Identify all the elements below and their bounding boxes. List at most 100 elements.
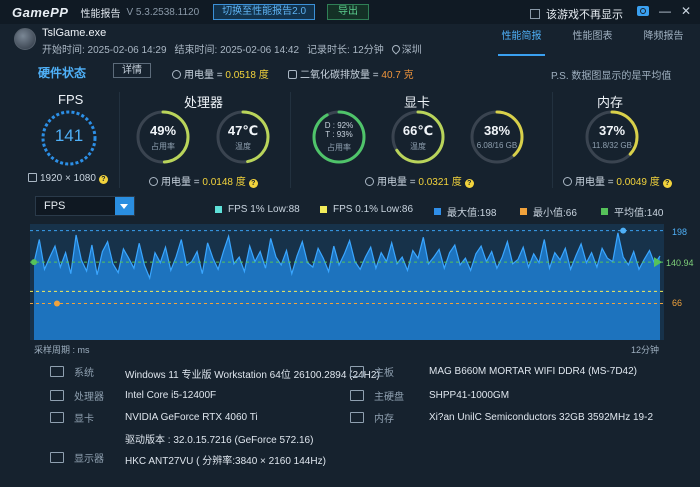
- fps-value: 141: [54, 126, 84, 145]
- legend-swatch: [434, 208, 441, 215]
- gpu-temp-label: 温度: [410, 142, 426, 151]
- no-show-checkbox[interactable]: [530, 9, 540, 19]
- cpu-temp-gauge: 47℃ 温度: [215, 109, 271, 165]
- gpu-row: 显卡: [50, 410, 112, 425]
- cpu-power-value: 0.0148 度: [202, 177, 246, 188]
- motherboard-key: 主板: [374, 368, 394, 379]
- monitor-icon: [28, 173, 37, 182]
- divider: [552, 92, 553, 188]
- gpu-key: 显卡: [74, 414, 94, 425]
- memory-power-label: 用电量 =: [575, 177, 617, 188]
- divider: [119, 92, 120, 188]
- resolution-text: 1920 × 1080: [40, 173, 96, 184]
- co2-label: 二氧化碳排放量 =: [300, 70, 382, 81]
- disk-value: SHPP41-1000GM: [429, 390, 510, 401]
- divider: [290, 92, 291, 188]
- legend-swatch: [320, 206, 327, 213]
- metric-select[interactable]: FPS: [35, 196, 135, 216]
- cpu-row: 处理器: [50, 388, 112, 403]
- cpu-icon: [50, 390, 64, 401]
- legend-label: 最小值:66: [533, 208, 577, 219]
- game-avatar: [14, 28, 36, 50]
- display-value: HKC ANT27VU ( 分辨率:3840 × 2160 144Hz): [125, 456, 326, 467]
- cpu-key: 处理器: [74, 392, 104, 403]
- gpu-t-usage: T : 93%: [325, 130, 353, 139]
- memory-value-text: Xi?an UnilC Semiconductors 32GB 3592MHz …: [429, 412, 653, 423]
- time-span: 12分钟: [631, 345, 660, 355]
- minimize-button[interactable]: —: [657, 3, 673, 19]
- tab-performance-summary[interactable]: 性能简报: [486, 24, 557, 58]
- min-axis-label: 66: [672, 298, 683, 308]
- fps-area-chart: [30, 224, 664, 340]
- total-power-label: 用电量 =: [184, 70, 226, 81]
- legend-swatch: [520, 208, 527, 215]
- memory-value: 37%: [598, 123, 626, 138]
- co2-value: 40.7 克: [381, 70, 414, 81]
- export-button[interactable]: 导出: [327, 4, 370, 20]
- duration: 记录时长: 12分钟: [307, 45, 384, 56]
- memory-power-value: 0.0049 度: [616, 177, 660, 188]
- memory-label: 11.8/32 GB: [592, 141, 632, 150]
- window-title: 性能报告: [80, 8, 121, 20]
- cpu-usage-value: 49%: [149, 123, 177, 138]
- co2-emission: 二氧化碳排放量 = 40.7 克: [288, 66, 414, 81]
- resolution: 1920 × 1080?: [28, 173, 108, 184]
- game-name: TslGame.exe: [42, 27, 107, 39]
- motherboard-value: MAG B660M MORTAR WIFI DDR4 (MS-7D42): [429, 366, 637, 377]
- max-point: [620, 227, 627, 234]
- windows-icon: [50, 366, 64, 377]
- game-info-bar: TslGame.exe 开始时间: 2025-02-06 14:29 结束时间:…: [0, 24, 700, 58]
- switch-report-button[interactable]: 切换至性能报告2.0: [213, 4, 316, 20]
- motherboard-row: 主板: [350, 364, 412, 379]
- location: 深圳: [390, 41, 422, 56]
- display-key: 显示器: [74, 454, 104, 465]
- legend-swatch: [215, 206, 222, 213]
- help-icon[interactable]: ?: [662, 179, 672, 188]
- chevron-down-icon[interactable]: [115, 197, 134, 215]
- tab-throttle-report[interactable]: 降频报告: [628, 24, 699, 58]
- gpu-power-value: 0.0321 度: [418, 177, 462, 188]
- disk-icon: [350, 390, 364, 401]
- help-icon[interactable]: ?: [464, 179, 474, 188]
- gpu-icon: [50, 412, 64, 423]
- gpu-vram-value: 38%: [483, 123, 511, 138]
- help-icon[interactable]: ?: [248, 179, 258, 188]
- memory-icon: [350, 412, 364, 423]
- detail-button[interactable]: 详情: [113, 63, 151, 78]
- display-icon: [50, 452, 64, 463]
- legend-label: 最大值:198: [447, 208, 497, 219]
- cpu-power-label: 用电量 =: [161, 177, 203, 188]
- os-value: Windows 11 专业版 Workstation 64位 26100.289…: [125, 370, 380, 381]
- cpu-temp-value: 47℃: [227, 123, 259, 138]
- metric-select-value: FPS: [44, 200, 66, 212]
- tab-performance-charts[interactable]: 性能图表: [557, 24, 628, 58]
- no-show-toggle[interactable]: 该游戏不再显示: [530, 6, 623, 22]
- min-point: [54, 300, 60, 307]
- cpu-temp-label: 温度: [235, 142, 251, 151]
- camera-icon[interactable]: [637, 6, 649, 16]
- power-icon: [172, 70, 181, 79]
- game-meta: 开始时间: 2025-02-06 14:29 结束时间: 2025-02-06 …: [42, 41, 422, 56]
- legend-low-1pct: FPS 1% Low:88: [215, 204, 300, 215]
- legend-label: FPS 1% Low:88: [228, 204, 300, 215]
- os-key: 系统: [74, 368, 94, 379]
- os-row: 系统: [50, 364, 112, 379]
- total-power: 用电量 = 0.0518 度: [172, 66, 269, 81]
- help-icon[interactable]: ?: [98, 175, 108, 184]
- memory-row: 内存: [350, 410, 412, 425]
- gpu-power-label: 用电量 =: [377, 177, 419, 188]
- legend-min: 最小值:66: [520, 204, 577, 219]
- legend-low-01pct: FPS 0.1% Low:86: [320, 204, 413, 215]
- close-button[interactable]: ✕: [678, 3, 694, 19]
- motherboard-icon: [350, 366, 364, 377]
- cpu-value: Intel Core i5-12400F: [125, 390, 217, 401]
- power-icon: [365, 177, 374, 186]
- hardware-status-title: 硬件状态: [38, 66, 87, 80]
- gpu-power: 用电量 = 0.0321 度?: [365, 173, 474, 188]
- gpu-temp-value: 66℃: [402, 123, 434, 138]
- cpu-usage-label: 占用率: [151, 142, 175, 151]
- sample-period: 采样周期 : ms: [34, 345, 90, 355]
- disk-key: 主硬盘: [374, 392, 404, 403]
- gpu-temp-gauge: 66℃ 温度: [390, 109, 446, 165]
- legend-label: 平均值:140: [614, 208, 664, 219]
